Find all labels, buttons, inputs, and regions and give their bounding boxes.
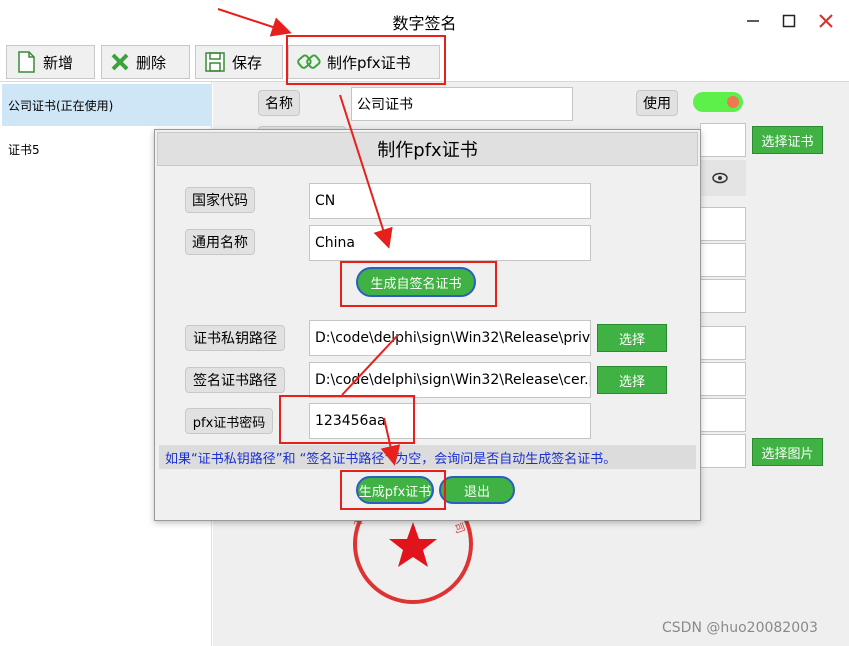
arrow-to-gen-pfx	[380, 417, 401, 466]
arrow-to-gen-selfsign	[339, 94, 393, 249]
arrow-segment	[341, 334, 399, 396]
arrow-to-make-pfx	[217, 8, 292, 37]
annotation-arrows	[217, 8, 401, 466]
watermark-text: CSDN @huo20082003	[662, 620, 818, 636]
